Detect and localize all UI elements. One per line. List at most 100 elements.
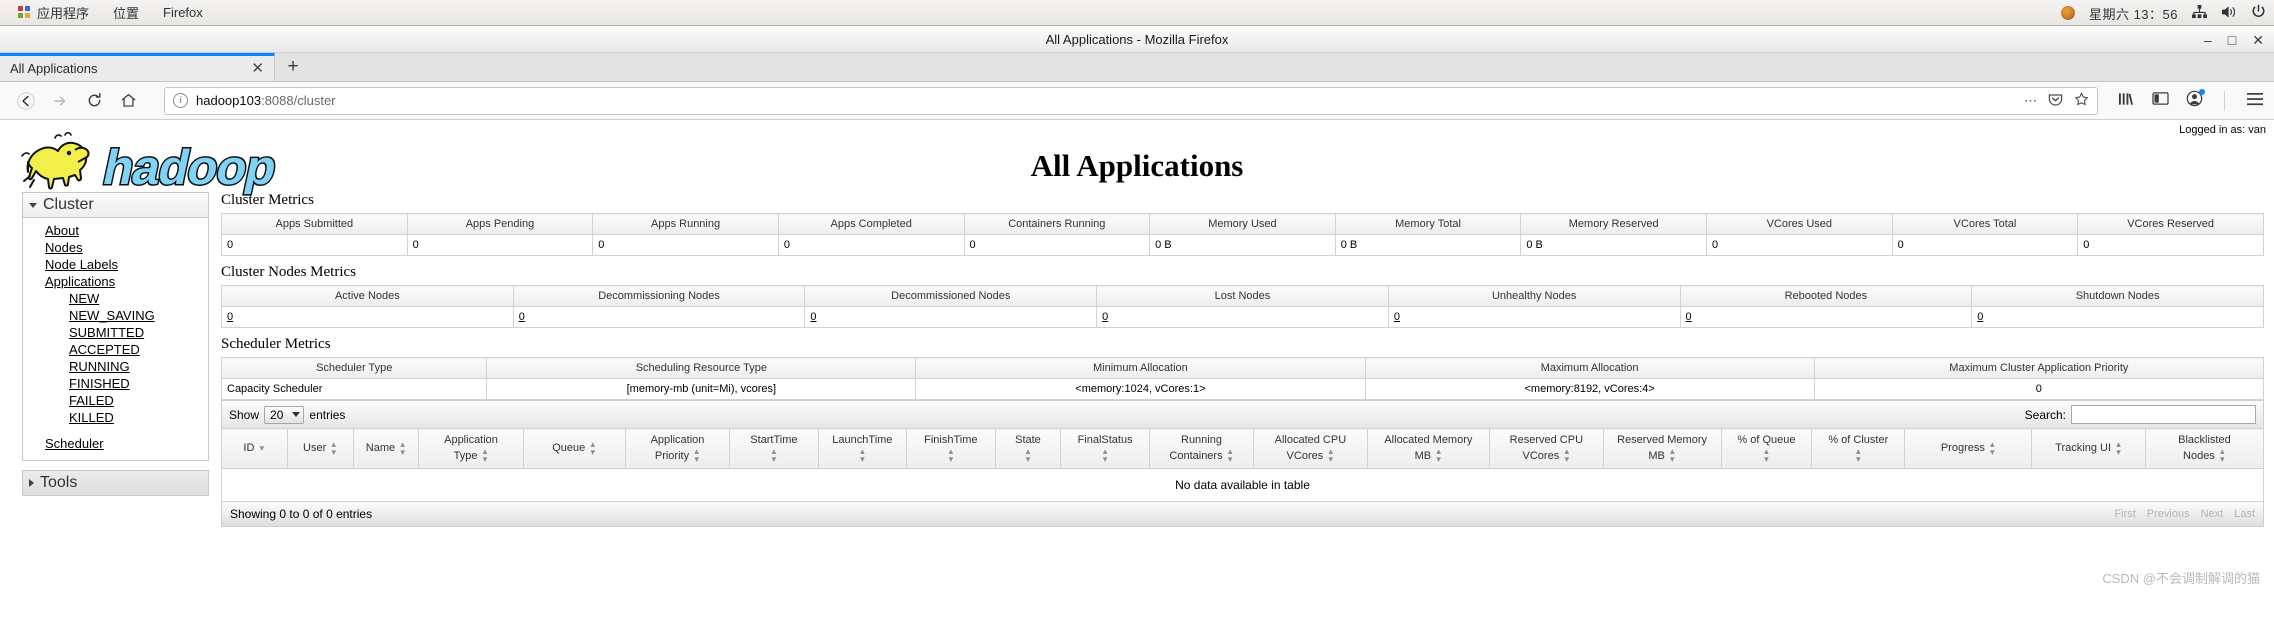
- val-active-nodes-link[interactable]: 0: [227, 311, 233, 323]
- col-blacklisted-nodes[interactable]: Blacklisted Nodes ▴ ▾: [2144, 428, 2265, 469]
- col-launchtime[interactable]: LaunchTime ▴ ▾: [817, 428, 908, 469]
- col-running-containers-label2: Containers: [1169, 449, 1223, 462]
- hamburger-menu-icon[interactable]: [2246, 92, 2264, 110]
- val-active-nodes[interactable]: 0: [221, 306, 514, 328]
- info-icon[interactable]: i: [173, 93, 188, 108]
- pagination-last[interactable]: Last: [2234, 508, 2255, 520]
- col-unhealthy-nodes: Unhealthy Nodes: [1387, 285, 1681, 307]
- desktop-menu-firefox-label: Firefox: [163, 5, 203, 20]
- sidebar-item-scheduler[interactable]: Scheduler: [23, 435, 208, 452]
- val-decommissioned-nodes-link[interactable]: 0: [810, 311, 816, 323]
- col-queue[interactable]: Queue ▴ ▾: [522, 428, 626, 469]
- volume-icon[interactable]: [2221, 5, 2237, 22]
- col-user[interactable]: User ▴ ▾: [286, 428, 354, 469]
- col-application-type[interactable]: Application Type ▴ ▾: [418, 428, 524, 469]
- desktop-menu-applications-label: 应用程序: [37, 6, 90, 21]
- sidebar-item-finished[interactable]: FINISHED: [23, 375, 208, 392]
- val-unhealthy-nodes[interactable]: 0: [1387, 306, 1681, 328]
- sidebar-item-about[interactable]: About: [23, 222, 208, 239]
- col-reserved-memory-mb[interactable]: Reserved Memory MB ▴ ▾: [1602, 428, 1722, 469]
- sidebar-item-failed[interactable]: FAILED: [23, 392, 208, 409]
- val-lost-nodes-link[interactable]: 0: [1102, 311, 1108, 323]
- col-lost-nodes: Lost Nodes: [1096, 285, 1389, 307]
- sort-icon: ▴ ▾: [771, 446, 777, 464]
- col-allocated-cpu-vcores-label2: VCores: [1286, 449, 1324, 462]
- desktop-menu-applications[interactable]: 应用程序: [6, 1, 101, 24]
- account-icon[interactable]: [2186, 89, 2205, 111]
- sidebar-item-running[interactable]: RUNNING: [23, 358, 208, 375]
- close-icon[interactable]: ✕: [2252, 33, 2264, 47]
- col-reserved-cpu-vcores[interactable]: Reserved CPU VCores ▴ ▾: [1489, 428, 1604, 469]
- pocket-icon[interactable]: [2048, 92, 2063, 110]
- pagination-first[interactable]: First: [2114, 508, 2135, 520]
- col-percent-of-cluster[interactable]: % of Cluster ▴ ▾: [1811, 428, 1906, 469]
- back-button[interactable]: [10, 86, 42, 116]
- search-input[interactable]: [2071, 405, 2256, 424]
- val-shutdown-nodes-link[interactable]: 0: [1977, 311, 1983, 323]
- sidebar-item-applications[interactable]: Applications: [23, 273, 208, 290]
- val-shutdown-nodes[interactable]: 0: [1971, 306, 2264, 328]
- col-tracking-ui[interactable]: Tracking UI ▴ ▾: [2031, 428, 2146, 469]
- col-percent-of-queue[interactable]: % of Queue ▴ ▾: [1720, 428, 1813, 469]
- applications-table: ID ▾ User ▴ ▾ Name ▴ ▾ Application Type ▴ ▾ Queu…: [221, 428, 2265, 502]
- col-application-priority[interactable]: Application Priority ▴ ▾: [624, 428, 731, 469]
- sidebar-item-node-labels[interactable]: Node Labels: [23, 256, 208, 273]
- col-allocated-cpu-vcores[interactable]: Allocated CPU VCores ▴ ▾: [1253, 428, 1368, 469]
- val-rebooted-nodes[interactable]: 0: [1679, 306, 1973, 328]
- minimize-icon[interactable]: –: [2204, 33, 2212, 47]
- col-starttime[interactable]: StartTime ▴ ▾: [729, 428, 819, 469]
- col-progress[interactable]: Progress ▴ ▾: [1904, 428, 2033, 469]
- library-icon[interactable]: [2118, 91, 2135, 111]
- col-finishtime[interactable]: FinishTime ▴ ▾: [906, 428, 996, 469]
- sort-icon: ▴ ▾: [860, 446, 865, 464]
- val-decommissioning-nodes[interactable]: 0: [512, 306, 806, 328]
- address-bar[interactable]: i hadoop103:8088/cluster ⋯: [164, 86, 2098, 115]
- desktop-menu-places[interactable]: 位置: [101, 1, 151, 24]
- power-icon[interactable]: [2251, 4, 2266, 22]
- hadoop-logo[interactable]: hadoop: [8, 126, 308, 204]
- col-id[interactable]: ID ▾: [221, 428, 288, 469]
- val-apps-submitted: 0: [221, 234, 408, 256]
- col-memory-reserved: Memory Reserved: [1520, 213, 1707, 235]
- col-finalstatus[interactable]: FinalStatus ▴ ▾: [1060, 428, 1150, 469]
- sidebar-section-tools[interactable]: Tools: [22, 470, 209, 496]
- val-unhealthy-nodes-link[interactable]: 0: [1394, 311, 1400, 323]
- reload-button[interactable]: [78, 86, 110, 116]
- pagination-previous[interactable]: Previous: [2147, 508, 2190, 520]
- star-icon[interactable]: [2074, 92, 2089, 110]
- col-name[interactable]: Name ▴ ▾: [352, 428, 420, 469]
- table-header-row: Active Nodes Decommissioning Nodes Decom…: [221, 285, 2264, 307]
- val-lost-nodes[interactable]: 0: [1096, 306, 1389, 328]
- maximize-icon[interactable]: □: [2228, 33, 2236, 47]
- sort-icon: ▴ ▾: [331, 438, 337, 457]
- sidebar-icon[interactable]: [2152, 91, 2169, 110]
- applications-icon: [18, 6, 31, 19]
- col-allocated-memory-mb[interactable]: Allocated Memory MB ▴ ▾: [1366, 428, 1491, 469]
- val-rebooted-nodes-link[interactable]: 0: [1686, 311, 1692, 323]
- update-icon[interactable]: [2060, 6, 2075, 20]
- col-memory-used: Memory Used: [1149, 213, 1336, 235]
- entries-per-page-select[interactable]: 20: [264, 405, 305, 424]
- sidebar-item-killed[interactable]: KILLED: [23, 409, 208, 426]
- browser-tab-all-applications[interactable]: All Applications ✕: [0, 53, 275, 81]
- sidebar-item-new[interactable]: NEW: [23, 290, 208, 307]
- val-apps-completed: 0: [777, 234, 965, 256]
- desktop-menu-firefox[interactable]: Firefox: [151, 3, 215, 22]
- pagination-next[interactable]: Next: [2201, 508, 2224, 520]
- sidebar-item-accepted[interactable]: ACCEPTED: [23, 341, 208, 358]
- col-state[interactable]: State ▴ ▾: [994, 428, 1062, 469]
- tab-close-icon[interactable]: ✕: [243, 61, 264, 76]
- sidebar-item-new-saving[interactable]: NEW_SAVING: [23, 307, 208, 324]
- val-scheduler-type: Capacity Scheduler: [220, 378, 488, 400]
- desktop-clock[interactable]: 星期六 13：56: [2089, 4, 2178, 23]
- home-button[interactable]: [112, 86, 144, 116]
- sidebar-item-submitted[interactable]: SUBMITTED: [23, 324, 208, 341]
- col-running-containers[interactable]: Running Containers ▴ ▾: [1148, 428, 1255, 469]
- val-decommissioning-nodes-link[interactable]: 0: [519, 311, 525, 323]
- val-decommissioned-nodes[interactable]: 0: [804, 306, 1098, 328]
- forward-button[interactable]: [44, 86, 76, 116]
- network-icon[interactable]: [2192, 4, 2207, 22]
- ellipsis-icon[interactable]: ⋯: [2024, 93, 2037, 109]
- sidebar-item-nodes[interactable]: Nodes: [23, 239, 208, 256]
- new-tab-button[interactable]: +: [275, 53, 311, 81]
